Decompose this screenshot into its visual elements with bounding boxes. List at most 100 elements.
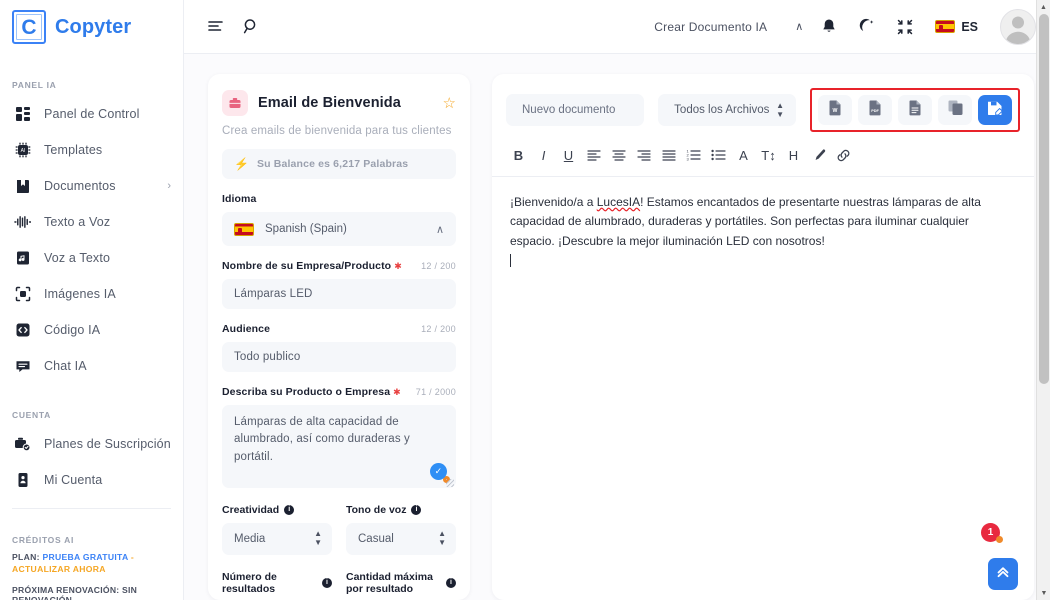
required-marker: ✱ (394, 261, 402, 271)
bolt-icon: ⚡ (234, 157, 249, 171)
sidebar-item-label: Imágenes IA (44, 287, 116, 301)
book-icon (14, 178, 31, 195)
info-icon[interactable]: i (411, 504, 422, 515)
sidebar-item-imagenes-ia[interactable]: Imágenes IA (0, 276, 183, 312)
tone-select[interactable]: Casual ▲ ▼ (346, 522, 456, 555)
sidebar-section-panel: PANEL IA (12, 80, 57, 90)
svg-text:AI: AI (20, 148, 25, 154)
favorite-star-icon[interactable]: ☆ (443, 96, 456, 111)
grammar-check-icon[interactable]: ✓ (430, 462, 447, 480)
align-left-button[interactable] (581, 144, 606, 166)
char-counter: 12 / 200 (421, 324, 456, 334)
scrollbar-thumb[interactable] (1039, 14, 1049, 384)
search-icon[interactable] (243, 18, 260, 35)
moon-star-icon[interactable] (859, 18, 875, 35)
italic-glyph: I (541, 147, 546, 163)
page-title: Email de Bienvenida (258, 95, 401, 111)
plan-prefix: PLAN: (12, 552, 40, 562)
bell-icon[interactable] (821, 18, 837, 35)
browser-scrollbar[interactable]: ▲ ▼ (1036, 0, 1050, 600)
file-filter-select[interactable]: Todos los Archivos ▲ ▼ (658, 94, 796, 126)
chat-icon (14, 358, 31, 375)
sidebar-item-label: Mi Cuenta (44, 473, 103, 487)
export-word-button[interactable]: W (818, 95, 852, 125)
align-center-button[interactable] (606, 144, 631, 166)
info-icon[interactable]: i (322, 577, 332, 588)
topbar: Crear Documento IA ∧ ES (184, 0, 1050, 54)
scroll-to-top-button[interactable] (988, 558, 1018, 590)
creativity-label-row: Creatividad i (222, 504, 332, 516)
subscription-icon (14, 436, 31, 453)
topbar-actions: ES (821, 8, 1036, 45)
stepper-icon: ▲ ▼ (776, 100, 784, 119)
heading-button[interactable]: H (781, 144, 806, 166)
results-row: Número de resultados i Cantidad máxima p… (222, 571, 456, 595)
ordered-list-button[interactable]: 123 (681, 144, 706, 166)
resize-grip-icon[interactable] (446, 478, 454, 487)
unordered-list-button[interactable] (706, 144, 731, 166)
creativity-select[interactable]: Media ▲ ▼ (222, 522, 332, 555)
brand-logo[interactable]: C Copyter (0, 0, 183, 54)
copy-button[interactable] (938, 95, 972, 125)
credits-block: PLAN: PRUEBA GRATUITA - ACTUALIZAR AHORA… (0, 551, 183, 600)
info-icon[interactable]: i (446, 577, 456, 588)
creativity-label: Creatividad (222, 503, 280, 516)
list-menu-icon[interactable] (208, 19, 225, 35)
collapse-icon[interactable] (897, 19, 913, 35)
sidebar-item-templates[interactable]: AI Templates (0, 132, 183, 168)
sidebar-item-panel-de-control[interactable]: Panel de Control (0, 96, 183, 132)
align-justify-button[interactable] (656, 144, 681, 166)
save-document-button[interactable] (978, 95, 1012, 125)
new-document-input[interactable]: Nuevo documento (506, 94, 645, 126)
sidebar-item-voz-a-texto[interactable]: Voz a Texto (0, 240, 183, 276)
font-size-button[interactable]: T↕ (756, 144, 781, 166)
export-text-button[interactable] (898, 95, 932, 125)
char-counter: 71 / 2000 (415, 387, 456, 397)
company-name-input[interactable]: Lámparas LED (222, 279, 456, 309)
sidebar-section-credits: CRÉDITOS AI (12, 535, 75, 545)
char-counter: 12 / 200 (421, 261, 456, 271)
stepper-icon: ▲ ▼ (314, 529, 322, 548)
sidebar-item-documentos[interactable]: Documentos › (0, 168, 183, 204)
description-field: Describa su Producto o Empresa ✱ 71 / 20… (222, 386, 456, 488)
create-document-button[interactable]: Crear Documento IA (654, 20, 767, 34)
language-select[interactable]: Spanish (Spain) ∧ (222, 212, 456, 246)
new-document-placeholder: Nuevo documento (522, 104, 616, 116)
max-label-row: Cantidad máxima por resultado i (346, 571, 456, 595)
sidebar-item-codigo-ia[interactable]: Código IA (0, 312, 183, 348)
creativity-field: Creatividad i Media ▲ ▼ (222, 504, 332, 555)
export-pdf-button[interactable]: PDF (858, 95, 892, 125)
template-header: Email de Bienvenida ☆ (222, 90, 456, 116)
description-textarea[interactable]: Lámparas de alta capacidad de alumbrado,… (222, 405, 456, 488)
svg-text:PDF: PDF (871, 109, 879, 113)
image-ai-icon (14, 286, 31, 303)
font-color-button[interactable]: A (731, 144, 756, 166)
creativity-value: Media (234, 532, 266, 545)
align-right-button[interactable] (631, 144, 656, 166)
sidebar-item-mi-cuenta[interactable]: Mi Cuenta (0, 462, 183, 498)
info-icon[interactable]: i (284, 504, 295, 515)
bold-button[interactable]: B (506, 144, 531, 166)
plan-upgrade-link[interactable]: ACTUALIZAR AHORA (12, 564, 106, 574)
chevron-up-icon[interactable]: ∧ (795, 20, 803, 33)
creativity-tone-row: Creatividad i Media ▲ ▼ Tono de voz i Ca… (222, 504, 456, 555)
underline-button[interactable]: U (556, 144, 581, 166)
scrollbar-down-arrow[interactable]: ▼ (1037, 586, 1050, 600)
sidebar-item-label: Documentos (44, 179, 116, 193)
brush-button[interactable] (806, 144, 831, 166)
scrollbar-up-arrow[interactable]: ▲ (1037, 0, 1050, 14)
link-button[interactable] (831, 144, 856, 166)
sidebar-item-chat-ia[interactable]: Chat IA (0, 348, 183, 384)
avatar[interactable] (1000, 8, 1036, 45)
font-color-glyph: A (739, 147, 748, 163)
field-label: Nombre de su Empresa/Producto (222, 260, 392, 272)
sidebar-item-planes-de-suscripcion[interactable]: Planes de Suscripción (0, 426, 183, 462)
audience-input[interactable]: Todo publico (222, 342, 456, 372)
language-selector[interactable]: ES (935, 20, 978, 34)
sidebar-item-label: Código IA (44, 323, 101, 337)
notification-badge[interactable]: 1 (981, 523, 1003, 543)
italic-button[interactable]: I (531, 144, 556, 166)
sidebar-item-texto-a-voz[interactable]: Texto a Voz (0, 204, 183, 240)
sidebar-item-label: Templates (44, 143, 103, 157)
document-editor-body[interactable]: ¡Bienvenido/a a LucesIA! Estamos encanta… (492, 177, 1034, 288)
